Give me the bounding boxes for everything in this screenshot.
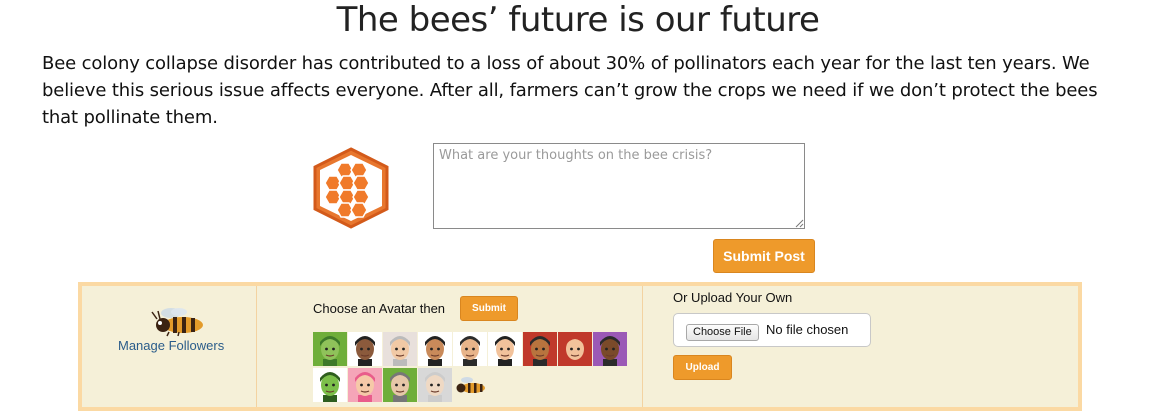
green-zombie-avatar[interactable] <box>313 368 347 402</box>
choose-avatar-label: Choose an Avatar then <box>313 301 446 316</box>
gray-haired-woman-avatar[interactable] <box>383 368 417 402</box>
upload-label: Or Upload Your Own <box>673 290 793 305</box>
elderly-woman-avatar[interactable] <box>418 368 452 402</box>
bald-bearded-man-avatar[interactable] <box>523 332 557 366</box>
bee-icon <box>151 308 203 337</box>
profile-panel: Manage Followers Choose an Avatar then S… <box>78 282 1082 411</box>
avatar-grid <box>313 332 629 404</box>
avatar-submit-button[interactable]: Submit <box>460 296 518 321</box>
bee-avatar[interactable] <box>453 368 487 402</box>
submit-post-button[interactable]: Submit Post <box>713 239 815 273</box>
manage-followers-link[interactable]: Manage Followers <box>118 338 224 353</box>
intro-paragraph: Bee colony collapse disorder has contrib… <box>42 53 1098 128</box>
file-input[interactable]: Choose File No file chosen <box>673 313 871 347</box>
bearded-man-avatar[interactable] <box>453 332 487 366</box>
file-status: No file chosen <box>766 322 849 337</box>
sunglasses-man-avatar[interactable] <box>348 332 382 366</box>
curly-hair-man-avatar[interactable] <box>593 332 627 366</box>
honeycomb-logo <box>313 147 389 229</box>
upload-button[interactable]: Upload <box>673 355 732 380</box>
panel-divider <box>642 286 643 407</box>
page-title: The bees’ future is our future <box>336 0 820 40</box>
thoughts-textarea[interactable] <box>433 143 805 229</box>
pink-hair-woman-avatar[interactable] <box>348 368 382 402</box>
spiky-hair-man-avatar[interactable] <box>488 332 522 366</box>
hooded-woman-avatar[interactable] <box>558 332 592 366</box>
panel-divider <box>256 286 257 407</box>
suited-man-avatar[interactable] <box>418 332 452 366</box>
zombie-avatar[interactable] <box>313 332 347 366</box>
grandpa-avatar[interactable] <box>383 332 417 366</box>
resize-grip-icon[interactable] <box>795 219 804 228</box>
choose-file-button[interactable]: Choose File <box>686 324 759 341</box>
